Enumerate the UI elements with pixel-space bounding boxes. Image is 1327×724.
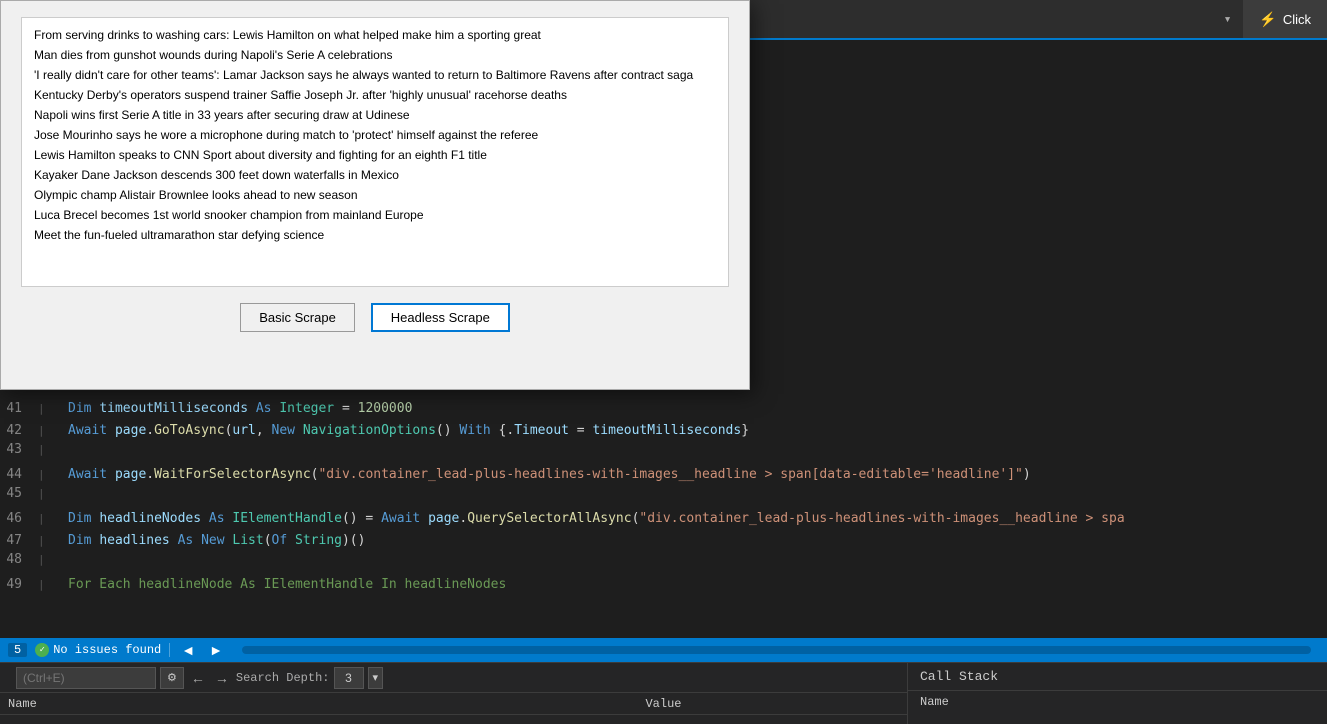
status-divider bbox=[169, 643, 170, 657]
debug-panel: ⚙ ← → Search Depth: ▾ ▾ 📌 ✕ Call Stack N… bbox=[0, 662, 1327, 724]
lightning-icon: ⚡ bbox=[1259, 11, 1276, 28]
status-number: 5 bbox=[8, 643, 27, 657]
news-item: From serving drinks to washing cars: Lew… bbox=[34, 26, 716, 44]
editor-content: 41 | Dim timeoutMilliseconds As Integer … bbox=[0, 394, 1327, 600]
news-item: Meet the fun-fueled ultramarathon star d… bbox=[34, 226, 716, 244]
click-button[interactable]: ⚡ Click bbox=[1243, 0, 1327, 38]
debug-search-input[interactable] bbox=[16, 667, 156, 689]
news-item: Olympic champ Alistair Brownlee looks ah… bbox=[34, 186, 716, 204]
status-nav-fwd[interactable]: ► bbox=[206, 642, 226, 658]
debug-depth-dropdown[interactable]: ▾ bbox=[368, 667, 384, 689]
code-line: 49 | For Each headlineNode As IElementHa… bbox=[0, 574, 1327, 596]
debug-depth-input[interactable] bbox=[334, 667, 364, 689]
news-item: Kentucky Derby's operators suspend train… bbox=[34, 86, 716, 104]
code-line: 46 | Dim headlineNodes As IElementHandle… bbox=[0, 508, 1327, 530]
check-circle-icon: ✓ bbox=[35, 643, 49, 657]
news-item: Kayaker Dane Jackson descends 300 feet d… bbox=[34, 166, 716, 184]
news-list: From serving drinks to washing cars: Lew… bbox=[21, 17, 729, 287]
status-ok: ✓ No issues found bbox=[35, 643, 161, 657]
dialog-content: From serving drinks to washing cars: Lew… bbox=[1, 1, 749, 344]
debug-search-btn[interactable]: ⚙ bbox=[160, 667, 184, 689]
call-stack-name-col: Name bbox=[908, 691, 1327, 713]
basic-scrape-button[interactable]: Basic Scrape bbox=[240, 303, 355, 332]
code-line: 48 | bbox=[0, 552, 1327, 574]
code-line: 47 | Dim headlines As New List(Of String… bbox=[0, 530, 1327, 552]
news-item: Napoli wins first Serie A title in 33 ye… bbox=[34, 106, 716, 124]
code-line: 44 | Await page.WaitForSelectorAsync("di… bbox=[0, 464, 1327, 486]
debug-search-area: ⚙ ← → Search Depth: ▾ bbox=[8, 663, 391, 693]
top-bar-right: ▾ ⚡ Click bbox=[1216, 0, 1327, 38]
news-item: Lewis Hamilton speaks to CNN Sport about… bbox=[34, 146, 716, 164]
code-line: 43 | bbox=[0, 442, 1327, 464]
dialog-buttons: Basic Scrape Headless Scrape bbox=[21, 303, 729, 332]
news-item: Jose Mourinho says he wore a microphone … bbox=[34, 126, 716, 144]
debug-nav-fwd[interactable]: → bbox=[212, 670, 232, 686]
dialog-window: From serving drinks to washing cars: Lew… bbox=[0, 0, 750, 390]
call-stack-panel: Call Stack Name bbox=[907, 663, 1327, 724]
dropdown-button[interactable]: ▾ bbox=[1216, 0, 1244, 38]
code-line: 41 | Dim timeoutMilliseconds As Integer … bbox=[0, 398, 1327, 420]
status-text: No issues found bbox=[53, 643, 161, 657]
debug-nav-back[interactable]: ← bbox=[188, 670, 208, 686]
news-item: Luca Brecel becomes 1st world snooker ch… bbox=[34, 206, 716, 224]
debug-depth-label: Search Depth: bbox=[236, 671, 330, 685]
code-line: 42 | Await page.GoToAsync(url, New Navig… bbox=[0, 420, 1327, 442]
status-bar: 5 ✓ No issues found ◄ ► bbox=[0, 638, 1327, 662]
col-value: Value bbox=[445, 693, 882, 714]
dropdown-arrow: ▾ bbox=[1224, 12, 1232, 27]
news-item: 'I really didn't care for other teams': … bbox=[34, 66, 716, 84]
status-scrollbar[interactable] bbox=[242, 646, 1311, 654]
code-line: 45 | bbox=[0, 486, 1327, 508]
status-bar-left: 5 ✓ No issues found ◄ ► bbox=[8, 642, 226, 658]
status-nav-back[interactable]: ◄ bbox=[178, 642, 198, 658]
call-stack-title: Call Stack bbox=[908, 663, 1327, 691]
headless-scrape-button[interactable]: Headless Scrape bbox=[371, 303, 510, 332]
news-item: Man dies from gunshot wounds during Napo… bbox=[34, 46, 716, 64]
col-name: Name bbox=[8, 693, 445, 714]
click-label: Click bbox=[1283, 12, 1311, 27]
